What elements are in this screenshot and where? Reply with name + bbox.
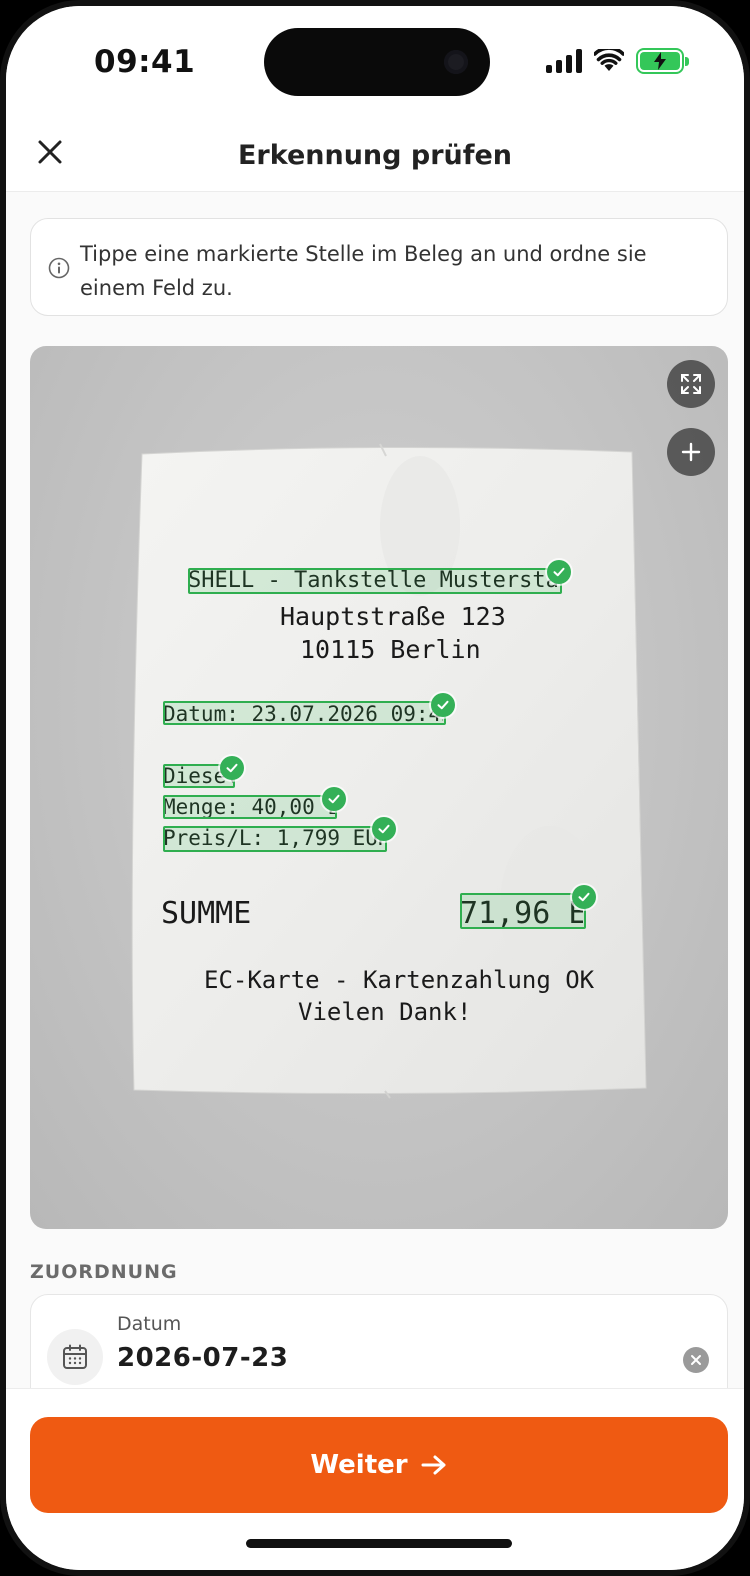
page-title: Erkennung prüfen (237, 140, 513, 171)
info-icon (48, 257, 70, 279)
dynamic-island (264, 28, 490, 96)
check-icon (431, 693, 455, 717)
field-value[interactable]: 2026-07-23 (117, 1343, 288, 1373)
phone-screen: 09:41 Erkennung prüfen Tippe eine markie… (0, 0, 750, 1576)
check-icon (547, 560, 571, 584)
check-icon (372, 817, 396, 841)
expand-button[interactable] (667, 360, 715, 408)
status-icons (546, 48, 689, 74)
info-hint-box: Tippe eine markierte Stelle im Beleg an … (30, 218, 728, 316)
detected-region-price[interactable] (163, 826, 387, 852)
continue-button-label: Weiter (310, 1450, 408, 1480)
check-icon (220, 756, 244, 780)
home-indicator[interactable] (246, 1539, 512, 1548)
continue-button[interactable]: Weiter (30, 1417, 728, 1513)
receipt-line-payment: EC-Karte - Kartenzahlung OK (204, 966, 595, 994)
detected-region-total[interactable] (460, 893, 586, 929)
receipt-line-thanks: Vielen Dank! (298, 998, 472, 1026)
receipt-line-city: 10115 Berlin (300, 635, 481, 664)
plus-icon (681, 442, 701, 462)
charging-bolt-icon (654, 52, 666, 70)
receipt-paper (131, 443, 647, 1099)
wifi-icon (594, 49, 624, 71)
clear-field-button[interactable] (683, 1347, 709, 1373)
expand-icon (681, 374, 701, 394)
check-icon (572, 885, 596, 909)
detected-region-merchant[interactable] (188, 568, 562, 594)
bottom-action-bar: Weiter (6, 1388, 744, 1570)
battery-icon (636, 48, 689, 74)
status-time: 09:41 (94, 44, 196, 80)
detected-region-quantity[interactable] (163, 795, 337, 819)
calendar-icon (63, 1344, 87, 1369)
add-region-button[interactable] (667, 428, 715, 476)
camera-icon (444, 50, 468, 74)
receipt-total-label: SUMME (161, 896, 252, 931)
receipt-line-street: Hauptstraße 123 (280, 602, 506, 631)
check-icon (322, 787, 346, 811)
section-label-mapping: ZUORDNUNG (30, 1261, 178, 1283)
field-icon-container (47, 1329, 103, 1385)
field-label: Datum (117, 1313, 182, 1335)
status-bar: 09:41 (6, 6, 744, 116)
arrow-right-icon (421, 1455, 446, 1475)
detected-region-date[interactable] (163, 701, 446, 725)
receipt-photo[interactable]: SHELL - Tankstelle Musterstadt Hauptstra… (30, 346, 728, 1229)
info-hint-text: Tippe eine markierte Stelle im Beleg an … (80, 242, 647, 300)
cellular-signal-icon (546, 49, 582, 73)
top-app-bar: Erkennung prüfen (6, 116, 744, 192)
clear-icon (691, 1355, 701, 1365)
